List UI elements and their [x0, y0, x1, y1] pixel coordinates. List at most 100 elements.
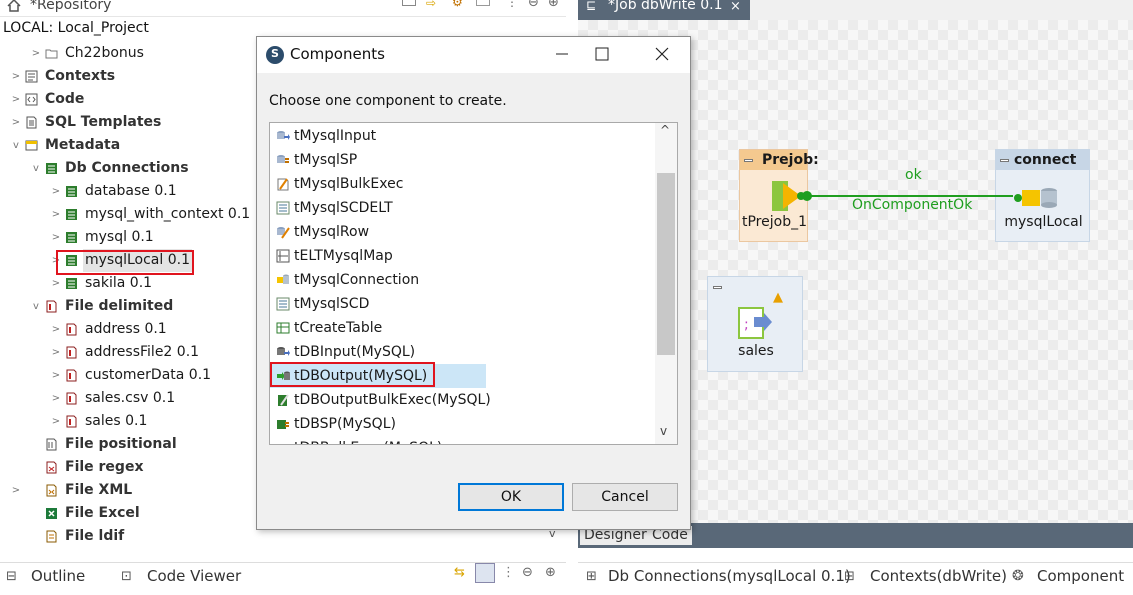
bottom-left-panel: ⊟ Outline ⊡ Code Viewer ⇆ ⋮ ⊖ ⊕: [0, 562, 566, 595]
minimize-icon[interactable]: ⊖: [528, 0, 539, 10]
metadata-icon: [25, 140, 38, 151]
prejob-label: tPrejob_1: [742, 214, 807, 230]
tab-component[interactable]: Component: [1037, 567, 1124, 585]
connect-header: connect: [996, 150, 1089, 170]
component-list[interactable]: tMysqlInput tMysqlSP tMysqlBulkExec tMys…: [269, 122, 678, 445]
cancel-button[interactable]: Cancel: [572, 483, 678, 511]
maximize-icon[interactable]: ⊕: [548, 0, 559, 10]
collapse-icon[interactable]: [713, 286, 722, 289]
filter-icon[interactable]: ⚙: [452, 0, 463, 9]
collapse-all-icon[interactable]: [402, 0, 416, 6]
db-connection-icon: [66, 232, 77, 243]
chevron-right-icon[interactable]: >: [10, 479, 22, 502]
ok-button[interactable]: OK: [458, 483, 564, 511]
chevron-right-icon[interactable]: >: [50, 180, 62, 203]
component-list-scrollbar[interactable]: ^ v: [655, 123, 677, 444]
chevron-right-icon[interactable]: >: [50, 410, 62, 433]
tab-db-connections[interactable]: Db Connections(mysqlLocal 0.1): [608, 567, 851, 585]
sync-icon[interactable]: ⇆: [454, 565, 465, 580]
db-input-icon: [277, 347, 290, 356]
mysql-input-icon: [277, 131, 290, 140]
link-editor-icon[interactable]: ⇨: [426, 0, 436, 10]
mysql-bulkexec-icon: [277, 178, 289, 191]
highlight-box-tdboutput: [270, 362, 435, 387]
sales-label: sales: [738, 343, 774, 359]
chevron-down-icon[interactable]: v: [30, 157, 42, 180]
db-connections-icon: ⊞: [586, 569, 597, 584]
connect-label: mysqlLocal: [1004, 214, 1083, 230]
contexts-icon: [25, 70, 38, 83]
file-delimited-icon: [66, 392, 77, 405]
prejob-icon: [772, 181, 805, 211]
chevron-right-icon[interactable]: >: [10, 88, 22, 111]
chevron-right-icon[interactable]: >: [50, 226, 62, 249]
tab-job-dbwrite[interactable]: ⊑ *Job dbWrite 0.1 ×: [578, 0, 750, 20]
file-excel-icon: [46, 508, 57, 519]
mysql-sp-icon: [277, 155, 289, 163]
components-dialog: S Components Choose one component to cre…: [256, 36, 691, 530]
component-icon: ❂: [1012, 568, 1024, 584]
repository-tab-header: *Repository ⇨ ⚙ ⋮ ⊖ ⊕: [0, 0, 566, 17]
view-menu-icon[interactable]: ⋮: [502, 565, 515, 580]
db-sp-icon: [277, 420, 289, 429]
dialog-title: Components: [290, 45, 385, 63]
chevron-down-icon[interactable]: v: [30, 295, 42, 318]
chevron-right-icon[interactable]: >: [50, 318, 62, 341]
job-icon: ⊑: [586, 0, 597, 12]
dialog-title-bar[interactable]: S Components: [257, 37, 690, 73]
repository-path: LOCAL: Local_Project: [3, 20, 149, 36]
maximize-icon[interactable]: ⊕: [545, 565, 556, 580]
close-icon[interactable]: [647, 39, 677, 69]
file-regex-icon: [46, 461, 57, 474]
chevron-right-icon[interactable]: >: [10, 65, 22, 88]
folder-icon: [45, 49, 58, 59]
file-delimited-icon: [46, 300, 57, 313]
scroll-up-icon[interactable]: ^: [660, 123, 670, 137]
chevron-right-icon[interactable]: >: [50, 364, 62, 387]
minimize-icon[interactable]: [547, 39, 577, 69]
collapse-icon[interactable]: [744, 159, 753, 162]
elt-map-icon: [276, 249, 290, 263]
file-delimited-icon: [66, 346, 77, 359]
file-input-icon: ;: [738, 307, 772, 339]
mysql-row-icon: [277, 227, 290, 239]
repository-tab-title[interactable]: *Repository: [30, 0, 111, 13]
scrollbar-thumb[interactable]: [657, 173, 675, 355]
tab-contexts[interactable]: Contexts(dbWrite): [870, 567, 1007, 585]
chevron-down-icon[interactable]: v: [10, 134, 22, 157]
file-delimited-icon: [66, 323, 77, 336]
chevron-right-icon[interactable]: >: [50, 387, 62, 410]
code-icon: [25, 93, 38, 106]
db-output-bulkexec-icon: [278, 394, 289, 406]
view-menu-icon[interactable]: [476, 0, 490, 6]
outline-icon: ⊟: [6, 569, 17, 584]
mysql-connection-icon: [277, 274, 289, 284]
talend-icon: S: [266, 46, 284, 64]
svg-text:;: ;: [744, 317, 749, 333]
chevron-right-icon[interactable]: >: [30, 42, 42, 65]
link-trigger-label: OnComponentOk: [852, 197, 973, 213]
warning-icon: ▲: [773, 290, 783, 305]
maximize-icon[interactable]: [587, 39, 617, 69]
chevron-right-icon[interactable]: >: [50, 341, 62, 364]
chevron-right-icon[interactable]: >: [10, 111, 22, 134]
code-viewer-icon: ⊡: [121, 569, 132, 584]
tab-code-viewer[interactable]: Code Viewer: [147, 567, 241, 585]
collapse-icon[interactable]: [1000, 159, 1009, 162]
scroll-down-icon[interactable]: v: [660, 424, 667, 438]
chevron-right-icon[interactable]: >: [50, 272, 62, 295]
minimize-icon[interactable]: ⊖: [522, 565, 533, 580]
layout-icon[interactable]: [475, 563, 495, 583]
close-tab-icon[interactable]: ×: [730, 0, 741, 14]
file-positional-icon: [46, 438, 57, 451]
chevron-right-icon[interactable]: >: [50, 203, 62, 226]
mysql-scd-icon: [276, 297, 290, 311]
db-bulkexec-icon: [276, 441, 290, 445]
db-connection-icon: [66, 209, 77, 220]
component-sales[interactable]: ▲ ; sales: [707, 276, 803, 372]
component-prejob[interactable]: Prejob: tPrejob_1: [739, 149, 819, 242]
file-xml-icon: [46, 484, 57, 497]
tab-outline[interactable]: Outline: [31, 567, 85, 585]
sql-template-icon: [26, 116, 37, 129]
view-menu-chevron-icon[interactable]: ⋮: [506, 0, 518, 9]
